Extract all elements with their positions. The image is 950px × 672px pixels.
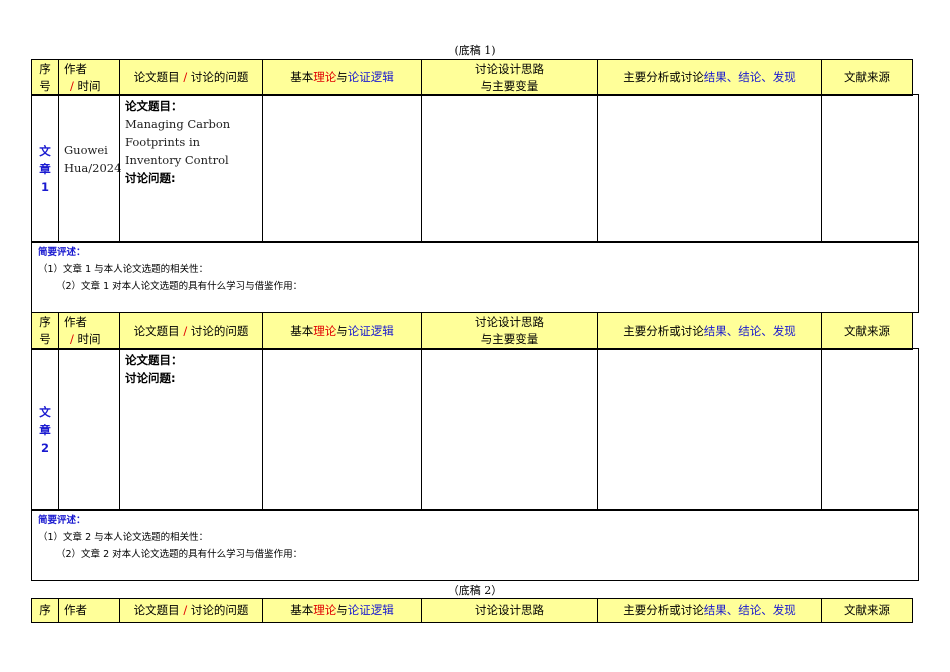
- header-design: 讨论设计思路: [421, 598, 598, 623]
- article-row-1: 文章1 Guowei Hua/2024 论文题目： Managing Carbon …: [31, 94, 919, 243]
- header-author: 作者: [58, 598, 120, 623]
- header-seq: 序: [31, 598, 59, 623]
- header-author: 作者 / 时间: [58, 59, 120, 96]
- article-author[interactable]: Guowei Hua/2024: [58, 94, 121, 243]
- header-seq: 序号: [31, 59, 59, 96]
- header-results: 主要分析或讨论结果、结论、发现: [597, 312, 822, 350]
- article-design-cell[interactable]: [421, 94, 598, 243]
- header-theory: 基本理论与论证逻辑: [262, 598, 422, 623]
- review-title: 简要评述：: [38, 247, 86, 258]
- article-review-1[interactable]: 简要评述： （1）文章 1 与本人论文选题的相关性： （2）文章 1 对本人论文…: [31, 241, 919, 313]
- review-relevance: （1）文章 1 与本人论文选题的相关性：: [38, 264, 209, 275]
- article-results-cell[interactable]: [597, 94, 822, 243]
- table-header-1: 序号 作者 / 时间 论文题目 / 讨论的问题 基本理论与论证逻辑 讨论设计思路与…: [31, 59, 913, 96]
- header-results: 主要分析或讨论结果、结论、发现: [597, 59, 822, 96]
- draft-title-1: (底稿 1): [454, 44, 496, 57]
- header-source: 文献来源: [821, 59, 913, 96]
- table-header-2: 序号 作者 / 时间 论文题目 / 讨论的问题 基本理论与论证逻辑 讨论设计思路与…: [31, 312, 913, 350]
- article-seq: 文章2: [31, 348, 59, 511]
- article-source-cell[interactable]: [821, 348, 919, 511]
- header-theory: 基本理论与论证逻辑: [262, 59, 422, 96]
- article-design-cell[interactable]: [421, 348, 598, 511]
- header-topic: 论文题目 / 讨论的问题: [119, 59, 263, 96]
- article-topic[interactable]: 论文题目： Managing Carbon Footprints in Inven…: [119, 94, 263, 243]
- article-review-2[interactable]: 简要评述： （1）文章 2 与本人论文选题的相关性： （2）文章 2 对本人论文…: [31, 509, 919, 581]
- article-topic[interactable]: 论文题目： 讨论问题:: [119, 348, 263, 511]
- header-author: 作者 / 时间: [58, 312, 120, 350]
- article-theory-cell[interactable]: [262, 94, 422, 243]
- header-topic: 论文题目 / 讨论的问题: [119, 598, 263, 623]
- review-learning: （2）文章 2 对本人论文选题的具有什么学习与借鉴作用：: [56, 549, 303, 560]
- header-source: 文献来源: [821, 312, 913, 350]
- header-seq: 序号: [31, 312, 59, 350]
- header-source: 文献来源: [821, 598, 913, 623]
- article-source-cell[interactable]: [821, 94, 919, 243]
- review-relevance: （1）文章 2 与本人论文选题的相关性：: [38, 532, 209, 543]
- header-results: 主要分析或讨论结果、结论、发现: [597, 598, 822, 623]
- review-title: 简要评述：: [38, 515, 86, 526]
- draft-title-2: （底稿 2）: [447, 584, 503, 597]
- article-row-2: 文章2 论文题目： 讨论问题:: [31, 348, 919, 511]
- table-header-3: 序 作者 论文题目 / 讨论的问题 基本理论与论证逻辑 讨论设计思路 主要分析或…: [31, 598, 913, 623]
- review-learning: （2）文章 1 对本人论文选题的具有什么学习与借鉴作用：: [56, 281, 303, 292]
- article-author[interactable]: [58, 348, 120, 511]
- header-design: 讨论设计思路 与主要变量: [421, 59, 598, 96]
- article-theory-cell[interactable]: [262, 348, 422, 511]
- article-seq: 文章1: [31, 94, 59, 243]
- header-theory: 基本理论与论证逻辑: [262, 312, 422, 350]
- article-results-cell[interactable]: [597, 348, 822, 511]
- header-design: 讨论设计思路 与主要变量: [421, 312, 598, 350]
- header-topic: 论文题目 / 讨论的问题: [119, 312, 263, 350]
